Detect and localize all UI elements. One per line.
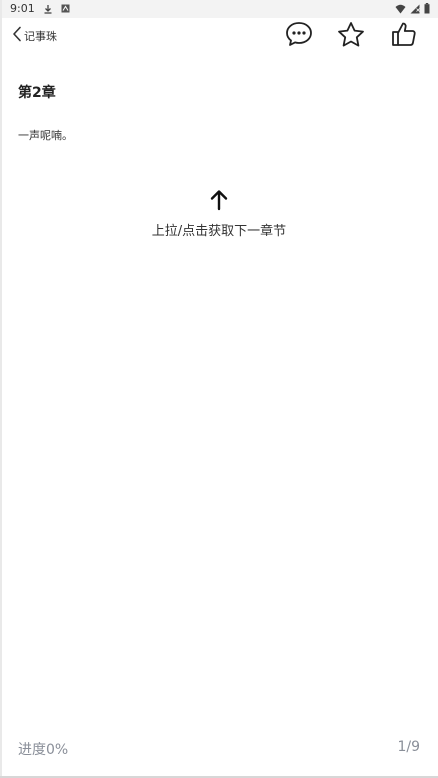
notification-icon xyxy=(61,4,70,13)
download-icon xyxy=(43,4,53,14)
wifi-icon xyxy=(395,4,406,14)
battery-icon xyxy=(424,3,430,14)
status-time: 9:01 xyxy=(10,2,35,15)
chapter-title: 第2章 xyxy=(18,85,56,101)
status-bar: 9:01 xyxy=(0,0,438,18)
next-chapter-button[interactable]: 上拉/点击获取下一章节 xyxy=(0,188,438,239)
comment-icon xyxy=(285,21,313,51)
chevron-left-icon xyxy=(12,26,22,46)
page-indicator: 1/9 xyxy=(397,739,420,755)
star-icon xyxy=(337,21,365,52)
page-edge xyxy=(0,0,2,778)
signal-icon xyxy=(410,4,420,14)
back-button[interactable]: 记事珠 xyxy=(12,24,57,48)
chapter-text: 一声呢喃。 xyxy=(18,129,73,142)
comment-button[interactable] xyxy=(283,20,315,52)
like-button[interactable] xyxy=(388,20,420,52)
reader-page: 9:01 记事珠 第2章 一声呢喃。 上拉/点击获取下一章节 进度0% 1/9 xyxy=(0,0,438,778)
favorite-button[interactable] xyxy=(335,20,367,52)
next-chapter-hint: 上拉/点击获取下一章节 xyxy=(151,224,287,239)
status-right xyxy=(395,3,430,14)
back-label: 记事珠 xyxy=(24,30,57,43)
status-left: 9:01 xyxy=(10,2,70,15)
top-app-bar: 记事珠 xyxy=(0,18,438,54)
thumbs-up-icon xyxy=(391,20,417,52)
reading-progress: 进度0% xyxy=(18,742,69,758)
arrow-up-icon xyxy=(207,188,231,212)
